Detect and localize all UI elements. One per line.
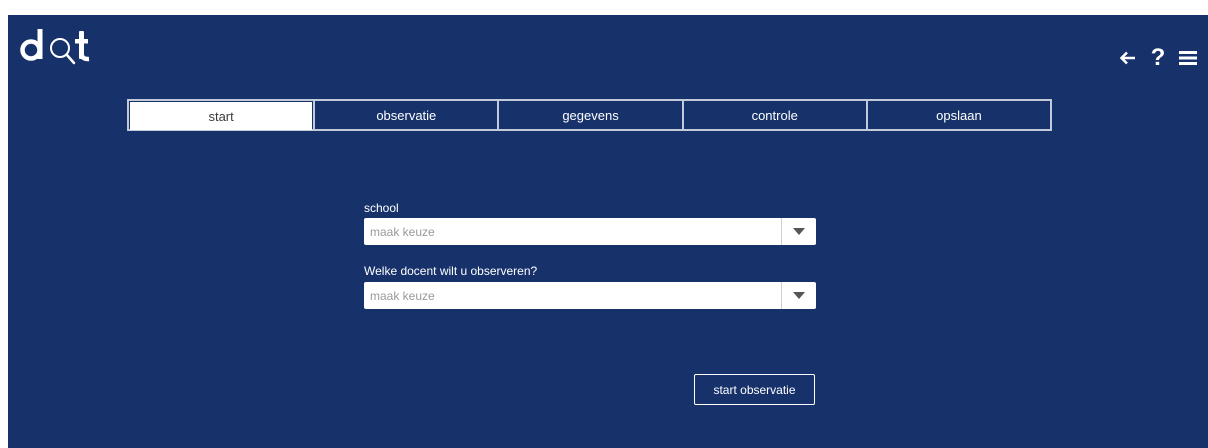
tab-label: opslaan [936,107,982,123]
school-label: school [364,201,399,215]
school-dropdown-toggle[interactable] [781,218,816,245]
menu-button[interactable] [1176,43,1200,73]
header-actions: ? [1110,43,1200,73]
tab-label: controle [751,107,798,123]
docent-dropdown-toggle[interactable] [781,282,816,309]
dot-logo [18,23,98,69]
docent-select-placeholder: maak keuze [370,288,435,303]
app-frame: ? start observatie gegevens controle ops… [8,15,1208,448]
caret-down-icon [793,228,805,235]
tab-observatie[interactable]: observatie [313,101,497,129]
tab-gegevens[interactable]: gegevens [497,101,681,129]
tab-label: start [208,108,234,124]
help-icon: ? [1150,44,1166,71]
tab-start[interactable]: start [130,102,313,130]
tab-controle[interactable]: controle [681,101,866,129]
tab-label: gegevens [562,107,619,123]
caret-down-icon [793,292,805,299]
help-button[interactable]: ? [1146,43,1170,73]
tab-label: observatie [376,107,437,123]
docent-select[interactable]: maak keuze [364,282,816,309]
docent-label: Welke docent wilt u observeren? [364,264,538,278]
dot-logo-icon [20,29,90,65]
tab-opslaan[interactable]: opslaan [865,101,1050,129]
wizard-tabs: start observatie gegevens controle opsla… [127,99,1052,131]
start-observation-button[interactable]: start observatie [694,374,815,405]
school-select[interactable]: maak keuze [364,218,816,245]
school-select-placeholder: maak keuze [370,224,435,239]
back-button[interactable] [1116,43,1140,73]
arrow-left-icon [1119,51,1135,65]
hamburger-menu-icon [1179,51,1197,65]
